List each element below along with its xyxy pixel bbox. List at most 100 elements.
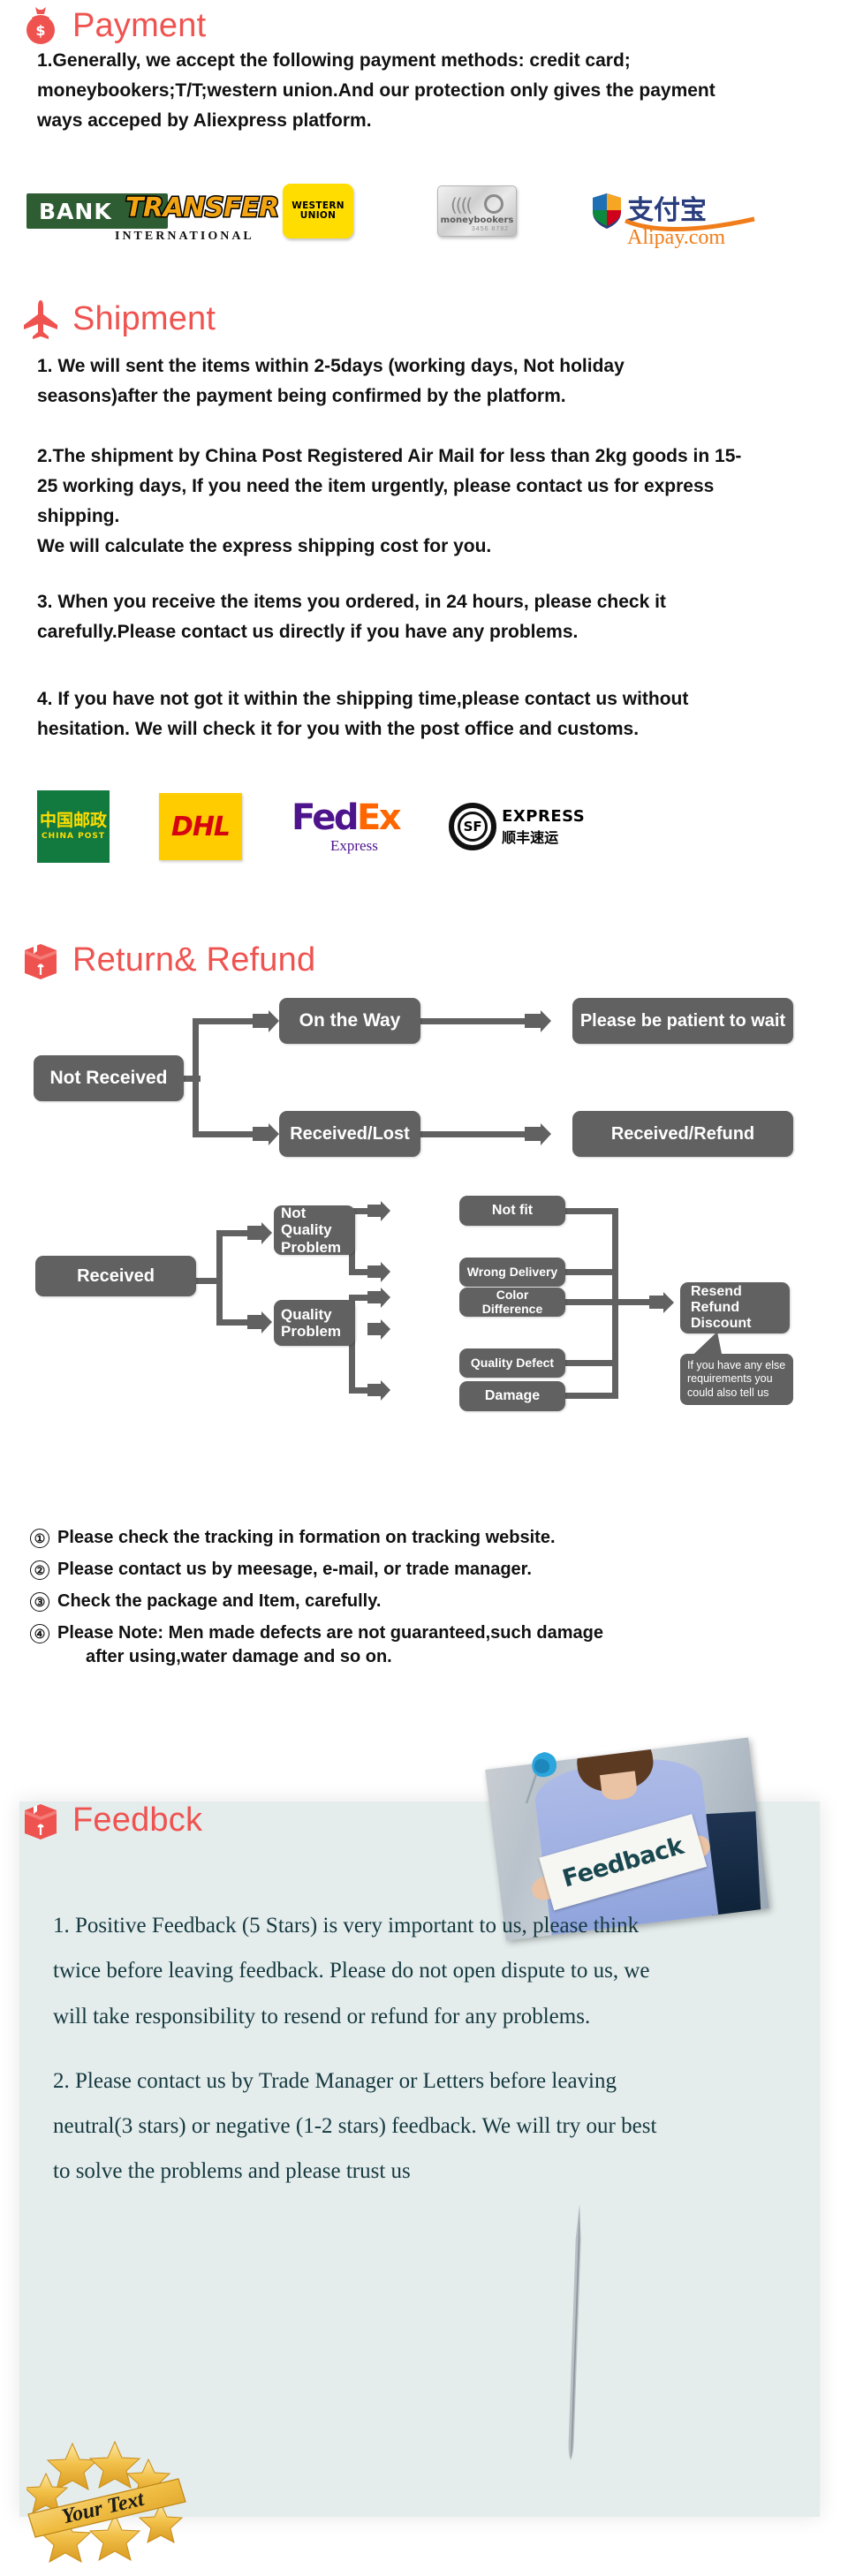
list-item-text: Please check the tracking in formation o… <box>57 1528 556 1547</box>
node-not-received: Not Received <box>34 1055 184 1101</box>
connector <box>193 1018 199 1137</box>
payment-paragraph: 1.Generally, we accept the following pay… <box>37 50 716 132</box>
moneybookers-number: 3456 8792 <box>471 226 509 232</box>
return-refund-title: Return& Refund <box>72 941 316 978</box>
list-item-text: Please contact us by meesage, e-mail, or… <box>57 1560 532 1579</box>
fedex-part2: Ex <box>356 797 402 838</box>
return-box-icon <box>25 944 57 979</box>
dhl-logo: DHL <box>159 793 242 860</box>
list-item: ④ Please Note: Men made defects are not … <box>30 1621 813 1669</box>
return-refund-list: ① Please check the tracking in formation… <box>0 1526 813 1677</box>
return-refund-heading: Return& Refund <box>0 940 315 980</box>
fedex-part1: Fed <box>292 797 359 838</box>
arrow-icon <box>367 1201 390 1221</box>
fedex-logo: FedEx Express <box>292 797 402 854</box>
arrow-icon <box>649 1292 674 1313</box>
connector <box>216 1230 223 1326</box>
connector <box>565 1269 618 1275</box>
node-quality-defect: Quality Defect <box>459 1348 565 1378</box>
node-quality-problem: Quality Problem <box>274 1300 355 1346</box>
fedex-sub: Express <box>330 837 378 854</box>
flowchart-received: Received Not Quality Problem Quality Pro… <box>0 1196 848 1492</box>
arrow-icon <box>367 1288 390 1308</box>
payment-title: Payment <box>72 7 207 44</box>
payment-heading: $ Payment <box>0 5 206 46</box>
arrow-icon <box>525 1010 551 1032</box>
list-item-continuation: after using,water damage and so on. <box>86 1647 392 1666</box>
node-color-difference: Color Difference <box>459 1288 565 1317</box>
alipay-latin: Alipay.com <box>627 226 726 249</box>
moneybookers-arcs-icon: (((( <box>450 194 473 215</box>
sf-express-logo: SF EXPRESS 顺丰速运 <box>449 803 585 850</box>
list-item: ① Please check the tracking in formation… <box>30 1526 813 1550</box>
flowchart-not-received: Not Received On the Way Please be patien… <box>0 993 848 1157</box>
moneybookers-logo: (((( moneybookers 3456 8792 <box>437 185 592 237</box>
arrow-icon <box>525 1123 551 1145</box>
feedback-paragraph-1: 1. Positive Feedback (5 Stars) is very i… <box>53 1914 650 2028</box>
list-item-number: ② <box>30 1560 49 1580</box>
shipment-paragraph-1: 1. We will sent the items within 2-5days… <box>37 356 625 407</box>
arrow-icon <box>367 1319 390 1340</box>
list-item-text: Please Note: Men made defects are not gu… <box>57 1623 603 1643</box>
bank-transfer-sub: INTERNATIONAL <box>115 230 254 243</box>
arrow-icon <box>247 1311 272 1333</box>
arrow-icon <box>367 1262 390 1282</box>
connector <box>415 1131 530 1137</box>
feedback-paragraph-2: 2. Please contact us by Trade Manager or… <box>53 2068 657 2184</box>
callout-extra-requirements: If you have any else requirements you co… <box>680 1354 793 1405</box>
list-item-number: ④ <box>30 1624 49 1643</box>
payment-logos: BANK TRANSFER INTERNATIONAL WESTERN UNIO… <box>0 184 755 249</box>
china-post-chinese: 中国邮政 <box>39 810 107 830</box>
node-received: Received <box>35 1256 196 1296</box>
feedback-text: 1. Positive Feedback (5 Stars) is very i… <box>53 1903 671 2214</box>
list-item-number: ③ <box>30 1592 49 1612</box>
bank-transfer-secondary: TRANSFER <box>125 192 281 225</box>
sf-mark: SF <box>458 812 488 842</box>
sf-badge-icon: SF <box>449 803 497 850</box>
node-received-refund: Received/Refund <box>572 1111 793 1157</box>
list-item: ③ Check the package and Item, carefully. <box>30 1590 813 1613</box>
connector <box>565 1360 618 1366</box>
sf-chinese: 顺丰速运 <box>502 828 559 846</box>
node-not-fit: Not fit <box>459 1196 565 1226</box>
airplane-icon <box>24 300 57 339</box>
shipment-title: Shipment <box>72 300 216 337</box>
feedback-title: Feedbck <box>72 1802 203 1839</box>
connector <box>415 1018 530 1024</box>
arrow-icon <box>253 1123 279 1145</box>
moneybookers-label: moneybookers <box>440 215 514 225</box>
bank-transfer-primary: BANK <box>39 198 112 224</box>
arrow-icon <box>247 1222 272 1244</box>
list-item-number: ① <box>30 1529 49 1548</box>
shipment-paragraph-2: 2.The shipment by China Post Registered … <box>37 446 742 557</box>
alipay-shield-icon <box>593 193 621 229</box>
sf-english: EXPRESS <box>502 806 586 826</box>
list-item-text: Check the package and Item, carefully. <box>57 1591 382 1611</box>
list-item: ② Please contact us by meesage, e-mail, … <box>30 1558 813 1582</box>
node-damage: Damage <box>459 1381 565 1411</box>
gold-ribbon-badge: Your Text <box>26 2440 186 2564</box>
western-union-logo: WESTERN UNION <box>283 184 437 238</box>
feedback-box-icon <box>25 1804 57 1839</box>
node-resend-refund-discount: Resend Refund Discount <box>680 1282 790 1333</box>
shipment-paragraph-4: 4. If you have not got it within the shi… <box>37 689 689 740</box>
moneybookers-ring-icon <box>484 194 504 214</box>
product-description-page: $ Payment 1.Generally, we accept the fol… <box>0 0 848 2576</box>
connector <box>565 1393 618 1399</box>
node-on-the-way: On the Way <box>279 998 420 1044</box>
arrow-icon <box>253 1010 279 1032</box>
china-post-logo: 中国邮政 CHINA POST <box>37 790 110 863</box>
connector <box>565 1208 618 1214</box>
money-bag-icon: $ <box>26 7 55 44</box>
china-post-english: CHINA POST <box>42 832 105 842</box>
node-wrong-delivery: Wrong Delivery <box>459 1258 565 1287</box>
node-received-lost: Received/Lost <box>279 1111 420 1157</box>
western-union-line2: UNION <box>299 210 337 221</box>
svg-text:$: $ <box>35 22 45 39</box>
shipment-paragraph-3: 3. When you receive the items you ordere… <box>37 592 666 643</box>
badge-text: Your Text <box>59 2488 147 2529</box>
alipay-logo: 支付宝 Alipay.com <box>592 193 755 249</box>
dhl-wordmark: DHL <box>170 811 231 842</box>
push-pin-icon <box>525 1752 556 1804</box>
feedback-heading: Feedbck <box>0 1800 202 1840</box>
